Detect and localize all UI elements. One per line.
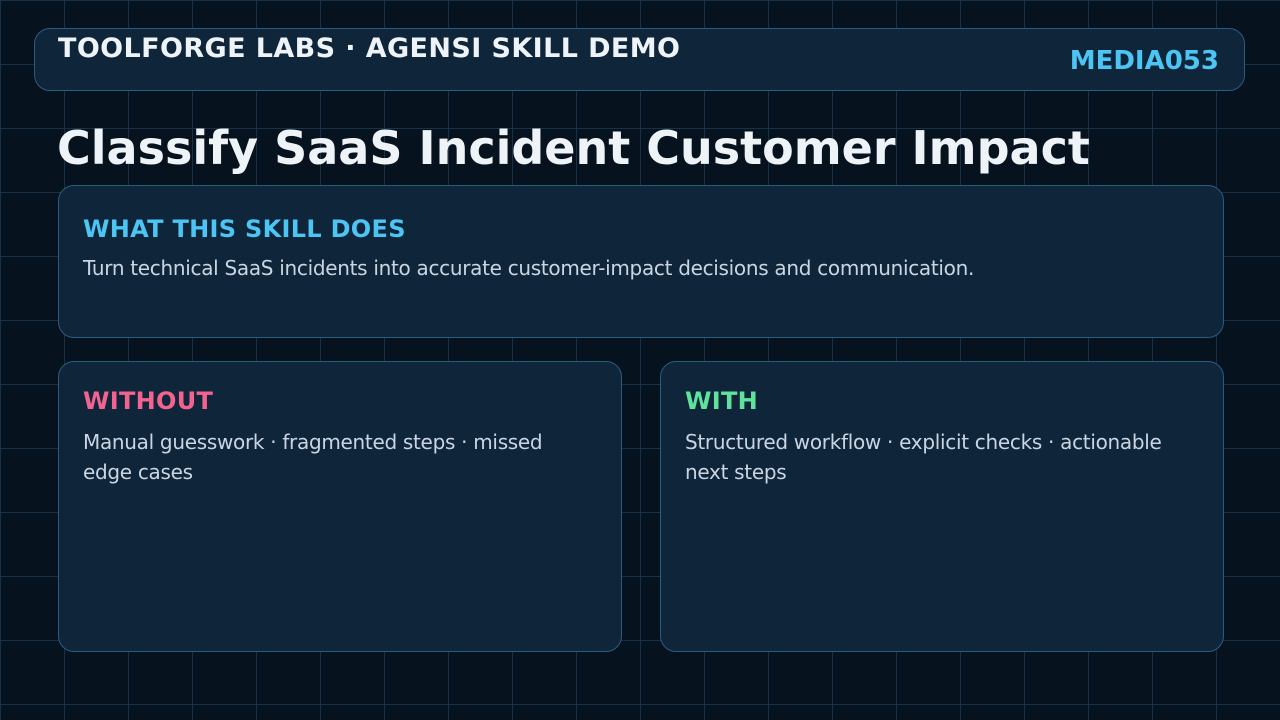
page-title: Classify SaaS Incident Customer Impact <box>57 121 1090 175</box>
with-text: Structured workflow · explicit checks · … <box>685 430 1162 484</box>
with-heading: WITH <box>685 387 759 415</box>
with-card: WITH Structured workflow · explicit chec… <box>660 361 1224 652</box>
without-card: WITHOUT Manual guesswork · fragmented st… <box>58 361 622 652</box>
without-text: Manual guesswork · fragmented steps · mi… <box>83 430 543 484</box>
skill-description-text: Turn technical SaaS incidents into accur… <box>83 256 975 280</box>
brand-title: TOOLFORGE LABS · AGENSI SKILL DEMO <box>58 33 681 64</box>
media-code: MEDIA053 <box>1069 46 1219 76</box>
without-heading: WITHOUT <box>83 387 214 415</box>
skill-description-card: WHAT THIS SKILL DOES Turn technical SaaS… <box>58 185 1224 338</box>
skill-description-heading: WHAT THIS SKILL DOES <box>83 215 406 243</box>
